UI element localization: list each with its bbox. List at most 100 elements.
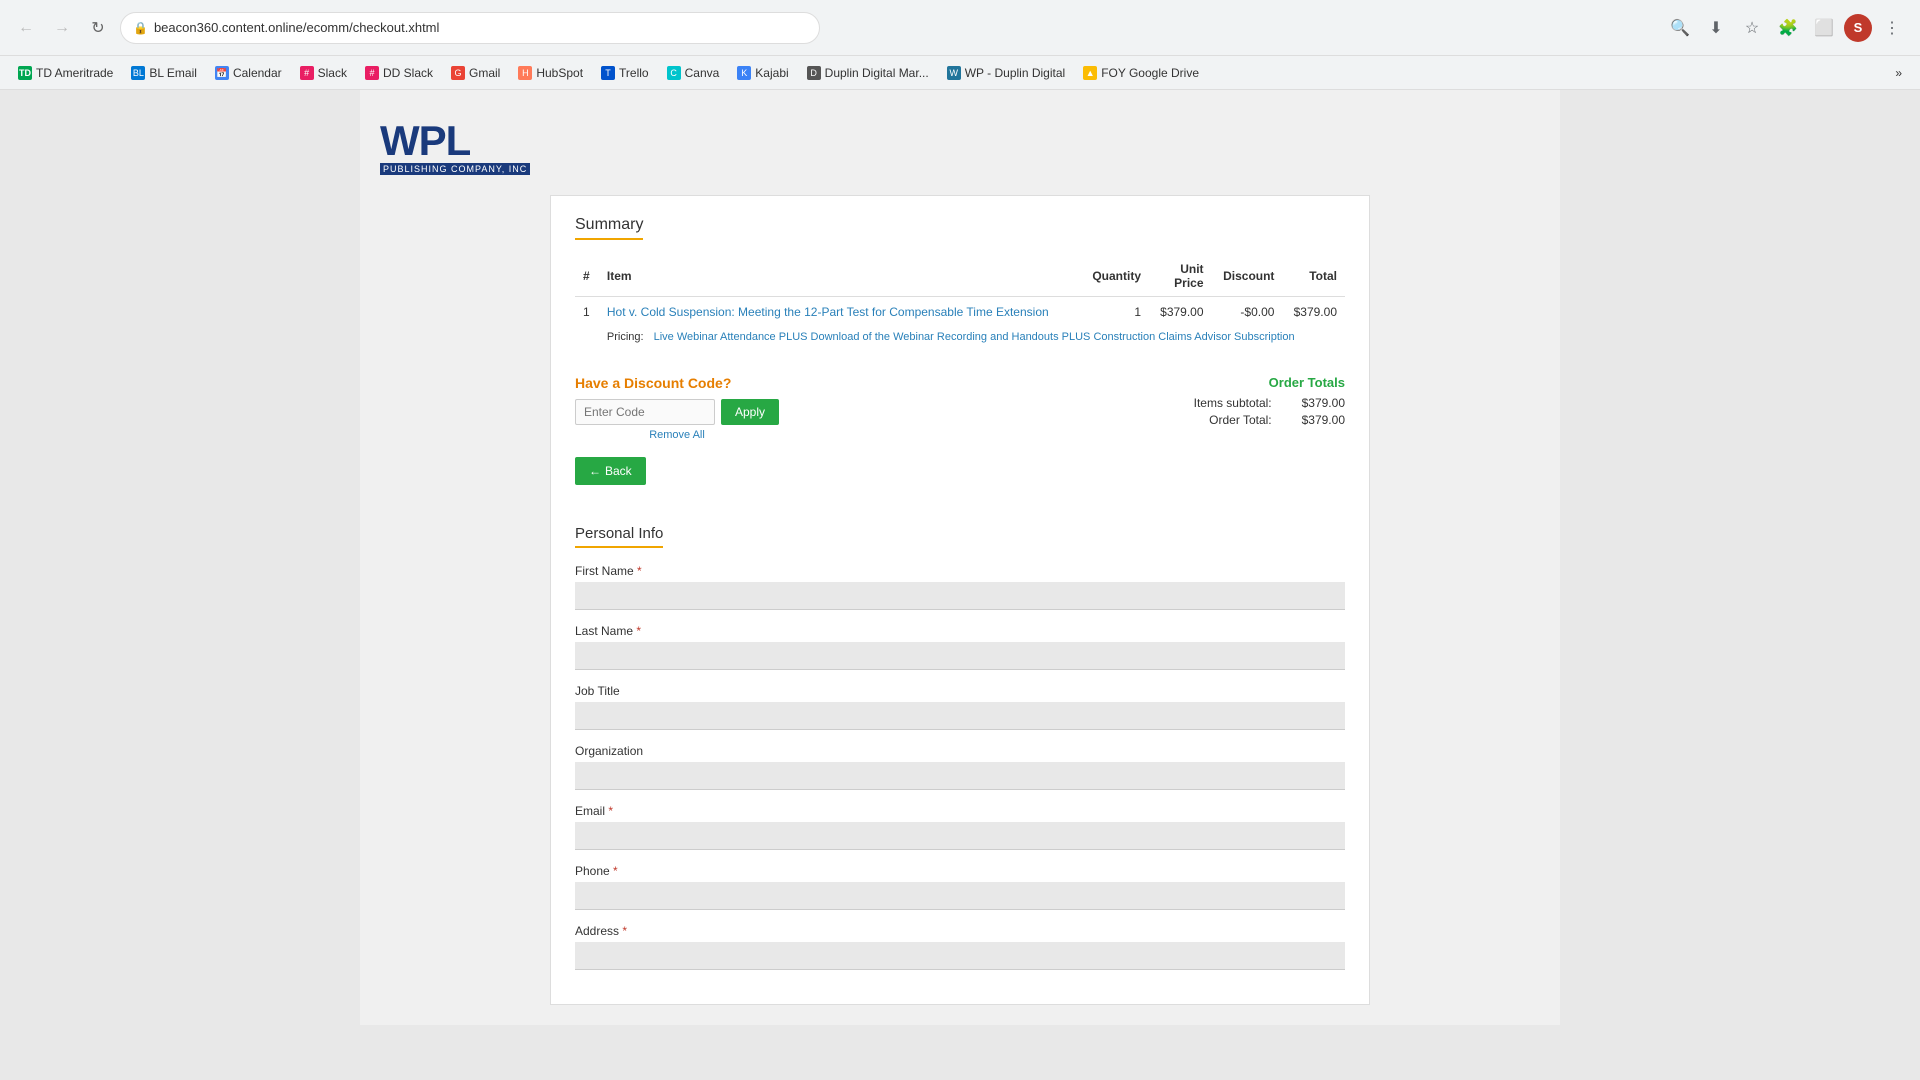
bookmark-td-ameritrade[interactable]: TD TD Ameritrade [10,63,121,83]
last-name-required-star: * [636,624,641,638]
dd-slack-favicon: # [365,66,379,80]
col-qty-header: Quantity [1081,256,1149,297]
order-totals-section: Order Totals Items subtotal: $379.00 Ord… [1194,375,1345,430]
remove-all-link[interactable]: Remove All [575,429,779,441]
bookmark-calendar-label: Calendar [233,66,282,80]
bookmark-duplin-digital[interactable]: D Duplin Digital Mar... [799,63,937,83]
back-button-label: Back [605,464,632,478]
email-input[interactable] [575,822,1345,850]
item-link[interactable]: Hot v. Cold Suspension: Meeting the 12-P… [607,305,1049,319]
pricing-label: Pricing: [607,331,644,343]
bookmark-wp-duplin[interactable]: W WP - Duplin Digital [939,63,1073,83]
email-required-star: * [608,804,613,818]
order-table: # Item Quantity UnitPrice Discount Total… [575,256,1345,351]
discount-heading: Have a Discount Code? [575,375,779,391]
last-name-group: Last Name * [575,624,1345,670]
bookmark-bl-email[interactable]: BL BL Email [123,63,205,83]
reload-button[interactable]: ↻ [84,14,112,42]
tab-switch-button[interactable]: ⬜ [1808,12,1840,44]
email-label: Email * [575,804,1345,818]
back-nav-button[interactable]: ← [12,14,40,42]
profile-button[interactable]: S [1844,14,1872,42]
organization-input[interactable] [575,762,1345,790]
pricing-desc-cell: Pricing: Live Webinar Attendance PLUS Do… [599,327,1345,351]
summary-section: Summary # Item Quantity UnitPrice Discou… [551,196,1369,525]
bookmark-star-button[interactable]: ☆ [1736,12,1768,44]
bookmark-dd-slack[interactable]: # DD Slack [357,63,441,83]
bookmark-foy-drive-label: FOY Google Drive [1101,66,1199,80]
row-item-name: Hot v. Cold Suspension: Meeting the 12-P… [599,297,1081,328]
gmail-favicon: G [451,66,465,80]
last-name-input[interactable] [575,642,1345,670]
back-button[interactable]: ← Back [575,457,646,485]
slack-favicon: # [300,66,314,80]
items-subtotal-label: Items subtotal: [1194,396,1272,410]
forward-nav-button[interactable]: → [48,14,76,42]
pricing-description: Live Webinar Attendance PLUS Download of… [654,331,1295,343]
canva-favicon: C [667,66,681,80]
bookmark-trello-label: Trello [619,66,649,80]
bookmark-td-ameritrade-label: TD Ameritrade [36,66,113,80]
first-name-input[interactable] [575,582,1345,610]
lock-icon: 🔒 [133,21,148,35]
discount-section: Have a Discount Code? Apply Remove All [575,375,779,441]
bookmark-bl-email-label: BL Email [149,66,197,80]
order-total-value: $379.00 [1275,413,1345,427]
bookmark-hubspot[interactable]: H HubSpot [510,63,591,83]
bookmark-duplin-digital-label: Duplin Digital Mar... [825,66,929,80]
bl-email-favicon: BL [131,66,145,80]
bookmark-canva[interactable]: C Canva [659,63,728,83]
browser-window: ← → ↻ 🔒 beacon360.content.online/ecomm/c… [0,0,1920,1080]
discount-input-row: Apply [575,399,779,425]
logo-wpl-text: WPL [380,120,530,162]
row-total: $379.00 [1282,297,1345,328]
order-total-line: Order Total: $379.00 [1194,413,1345,427]
job-title-input[interactable] [575,702,1345,730]
col-num-header: # [575,256,599,297]
col-discount-header: Discount [1212,256,1283,297]
bookmarks-bar: TD TD Ameritrade BL BL Email 📅 Calendar … [0,56,1920,90]
address-group: Address * [575,924,1345,970]
first-name-required-star: * [637,564,642,578]
items-subtotal-line: Items subtotal: $379.00 [1194,396,1345,410]
bookmark-calendar[interactable]: 📅 Calendar [207,63,290,83]
logo-area: WPL PUBLISHING COMPANY, INC [380,110,1540,195]
bookmark-slack[interactable]: # Slack [292,63,355,83]
items-subtotal-value: $379.00 [1275,396,1345,410]
page-inner: WPL PUBLISHING COMPANY, INC Summary # It… [360,90,1560,1025]
organization-label: Organization [575,744,1345,758]
bookmarks-more-button[interactable]: » [1887,63,1910,83]
download-button[interactable]: ⬇ [1700,12,1732,44]
url-text: beacon360.content.online/ecomm/checkout.… [154,20,439,35]
row-unit-price: $379.00 [1149,297,1212,328]
bookmark-kajabi[interactable]: K Kajabi [729,63,796,83]
phone-input[interactable] [575,882,1345,910]
kajabi-favicon: K [737,66,751,80]
bookmark-gmail[interactable]: G Gmail [443,63,508,83]
phone-label: Phone * [575,864,1345,878]
order-total-label: Order Total: [1202,413,1272,427]
address-bar[interactable]: 🔒 beacon360.content.online/ecomm/checkou… [120,12,820,44]
wpl-logo: WPL PUBLISHING COMPANY, INC [380,120,530,175]
first-name-group: First Name * [575,564,1345,610]
address-label: Address * [575,924,1345,938]
duplin-digital-favicon: D [807,66,821,80]
discount-code-input[interactable] [575,399,715,425]
bookmark-trello[interactable]: T Trello [593,63,657,83]
wp-favicon: W [947,66,961,80]
search-button[interactable]: 🔍 [1664,12,1696,44]
personal-info-section: Personal Info First Name * Last Name * [551,525,1369,1004]
bookmark-hubspot-label: HubSpot [536,66,583,80]
address-input[interactable] [575,942,1345,970]
bookmark-slack-label: Slack [318,66,347,80]
logo-subtitle-text: PUBLISHING COMPANY, INC [380,163,530,175]
order-row-1: 1 Hot v. Cold Suspension: Meeting the 12… [575,297,1345,328]
menu-button[interactable]: ⋮ [1876,12,1908,44]
phone-group: Phone * [575,864,1345,910]
bookmark-foy-drive[interactable]: ▲ FOY Google Drive [1075,63,1207,83]
apply-button[interactable]: Apply [721,399,779,425]
extensions-button[interactable]: 🧩 [1772,12,1804,44]
organization-group: Organization [575,744,1345,790]
email-group: Email * [575,804,1345,850]
job-title-group: Job Title [575,684,1345,730]
